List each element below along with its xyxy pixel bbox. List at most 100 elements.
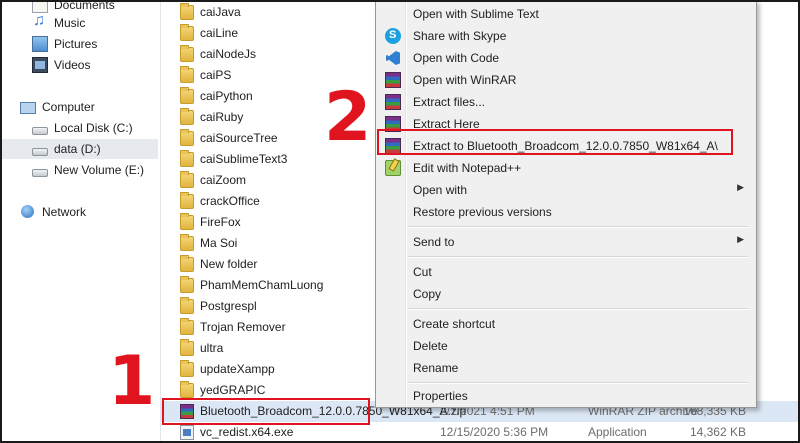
pictures-icon (32, 36, 48, 52)
folder-icon (180, 318, 194, 335)
file-name: vc_redist.x64.exe (200, 425, 294, 439)
nav-item-label: Computer (42, 100, 95, 114)
menu-item-label: Share with Skype (413, 29, 507, 43)
disk-icon (32, 148, 48, 156)
folder-icon (180, 129, 194, 146)
file-name: caiPS (200, 68, 232, 82)
menu-item-send-to[interactable]: Send to ▶ (378, 231, 752, 253)
nav-item-computer[interactable]: Computer (20, 97, 176, 117)
file-name: New folder (200, 257, 258, 271)
folder-icon (180, 234, 194, 251)
menu-separator (408, 226, 748, 228)
folder-icon (180, 66, 194, 83)
file-name: caiPython (200, 89, 253, 103)
menu-item-create-shortcut[interactable]: Create shortcut (378, 313, 752, 335)
nav-item-label: Network (42, 205, 87, 219)
file-name: caiLine (200, 26, 239, 40)
vscode-icon (385, 50, 401, 66)
context-menu: Open with Sublime Text Share with Skype … (375, 2, 757, 408)
menu-item-open-with[interactable]: Open with ▶ (378, 179, 752, 201)
menu-item-open-with-sublime[interactable]: Open with Sublime Text (378, 3, 752, 25)
disk-icon (32, 169, 48, 177)
folder-icon (180, 192, 194, 209)
nav-item-label: New Volume (E:) (54, 163, 145, 177)
highlight-selected-file (162, 398, 370, 425)
nav-item-data-d[interactable]: data (D:) (2, 139, 158, 159)
menu-item-share-with-skype[interactable]: Share with Skype (378, 25, 752, 47)
computer-icon (20, 102, 36, 114)
notepadpp-icon (385, 160, 401, 176)
menu-item-open-with-code[interactable]: Open with Code (378, 47, 752, 69)
folder-icon (180, 87, 194, 104)
menu-separator (408, 308, 748, 310)
file-name: updateXampp (200, 362, 275, 376)
menu-item-label: Open with WinRAR (413, 73, 517, 87)
step-number-2: 2 (324, 78, 372, 157)
menu-item-cut[interactable]: Cut (378, 261, 752, 283)
folder-icon (180, 381, 194, 398)
file-name: caiSourceTree (200, 131, 278, 145)
file-name: FireFox (200, 215, 241, 229)
nav-item-label: Music (54, 16, 86, 30)
menu-item-label: Restore previous versions (413, 205, 552, 219)
file-size: 14,362 KB (689, 425, 746, 439)
folder-icon (180, 276, 194, 293)
menu-item-copy[interactable]: Copy (378, 283, 752, 305)
file-name: caiSublimeText3 (200, 152, 288, 166)
submenu-arrow-icon: ▶ (737, 234, 744, 244)
menu-item-label: Send to (413, 235, 455, 249)
folder-icon (180, 24, 194, 41)
folder-icon (180, 3, 194, 20)
menu-item-properties[interactable]: Properties (378, 385, 752, 407)
menu-item-label: Edit with Notepad++ (413, 161, 522, 175)
file-type: Application (588, 425, 647, 439)
menu-item-extract-files[interactable]: Extract files... (378, 91, 752, 113)
menu-item-delete[interactable]: Delete (378, 335, 752, 357)
folder-icon (180, 171, 194, 188)
menu-separator (408, 256, 748, 258)
file-name: Ma Soi (200, 236, 238, 250)
menu-item-edit-with-notepadpp[interactable]: Edit with Notepad++ (378, 157, 752, 179)
menu-item-rename[interactable]: Rename (378, 357, 752, 379)
file-date: 12/15/2020 5:36 PM (440, 425, 549, 439)
file-name: caiRuby (200, 110, 244, 124)
nav-item-new-volume-e[interactable]: New Volume (E:) (32, 160, 158, 180)
disk-icon (32, 127, 48, 135)
menu-item-label: Rename (413, 361, 459, 375)
explorer-window: Documents Music Pictures Videos Computer… (0, 0, 800, 443)
nav-item-label: Pictures (54, 37, 98, 51)
network-icon (20, 204, 36, 220)
file-name: Trojan Remover (200, 320, 286, 334)
menu-item-label: Copy (413, 287, 442, 301)
menu-separator (408, 382, 748, 384)
menu-item-label: Properties (413, 389, 468, 403)
folder-icon (180, 108, 194, 125)
file-row[interactable]: vc_redist.x64.exe 12/15/2020 5:36 PM App… (160, 422, 798, 441)
nav-item-label: Local Disk (C:) (54, 121, 133, 135)
winrar-icon (385, 94, 401, 110)
folder-icon (180, 360, 194, 377)
folder-icon (180, 150, 194, 167)
nav-item-local-disk-c[interactable]: Local Disk (C:) (32, 118, 158, 138)
menu-item-label: Open with (413, 183, 468, 197)
file-name: PhamMemChamLuong (200, 278, 324, 292)
file-name: ultra (200, 341, 224, 355)
menu-item-label: Extract files... (413, 95, 486, 109)
nav-item-label: data (D:) (54, 142, 101, 156)
file-name: caiJava (200, 5, 241, 19)
highlight-extract-to (377, 129, 733, 155)
folder-icon (180, 45, 194, 62)
folder-icon (180, 297, 194, 314)
menu-item-label: Create shortcut (413, 317, 496, 331)
file-name: crackOffice (200, 194, 260, 208)
folder-icon (180, 213, 194, 230)
menu-item-label: Cut (413, 265, 432, 279)
menu-item-restore-previous-versions[interactable]: Restore previous versions (378, 201, 752, 223)
music-icon (32, 12, 48, 31)
skype-icon (385, 28, 401, 44)
menu-item-label: Open with Sublime Text (413, 7, 539, 21)
videos-icon (32, 57, 48, 73)
nav-item-label: Videos (54, 58, 91, 72)
nav-item-network[interactable]: Network (20, 202, 176, 222)
menu-item-open-with-winrar[interactable]: Open with WinRAR (378, 69, 752, 91)
